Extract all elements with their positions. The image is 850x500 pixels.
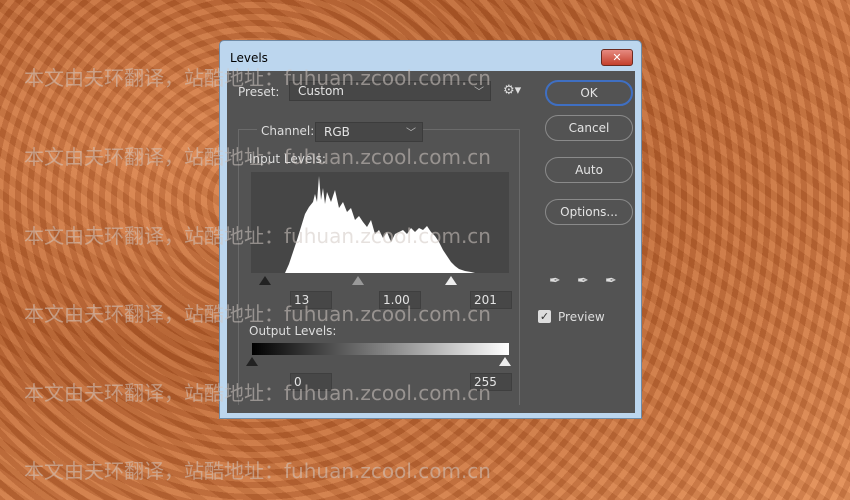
white-eyedropper-icon[interactable]: ✒ — [605, 273, 617, 289]
input-gamma-field[interactable]: 1.00 — [379, 291, 421, 309]
auto-button[interactable]: Auto — [545, 157, 633, 183]
preset-select[interactable]: Custom ﹀ — [289, 81, 491, 101]
ok-button[interactable]: OK — [545, 80, 633, 106]
input-black-slider[interactable] — [259, 276, 271, 285]
output-gradient — [252, 343, 509, 355]
output-black-slider[interactable] — [246, 357, 258, 366]
input-gamma-slider[interactable] — [352, 276, 364, 285]
channel-value: RGB — [324, 125, 350, 139]
preset-label: Preset: — [238, 85, 280, 99]
options-button[interactable]: Options... — [545, 199, 633, 225]
input-levels-label: Input Levels: — [249, 152, 326, 166]
chevron-down-icon: ﹀ — [406, 128, 416, 139]
gray-eyedropper-icon[interactable]: ✒ — [577, 273, 589, 289]
channel-select[interactable]: RGB ﹀ — [315, 122, 423, 142]
output-black-field[interactable]: 0 — [290, 373, 332, 391]
preset-value: Custom — [298, 84, 344, 98]
chevron-down-icon: ﹀ — [474, 87, 484, 98]
dialog-title: Levels — [230, 51, 268, 65]
levels-dialog: Levels ✕ Preset: Custom ﹀ ⚙▾ OK Cancel Au… — [219, 40, 642, 419]
histogram — [251, 172, 509, 273]
gear-icon[interactable]: ⚙▾ — [503, 83, 521, 98]
channel-label: Channel: — [257, 124, 319, 138]
input-white-slider[interactable] — [445, 276, 457, 285]
input-white-field[interactable]: 201 — [470, 291, 512, 309]
output-white-field[interactable]: 255 — [470, 373, 512, 391]
close-button[interactable]: ✕ — [601, 49, 633, 66]
dialog-body: Preset: Custom ﹀ ⚙▾ OK Cancel Auto Option… — [227, 71, 635, 413]
histogram-graph — [285, 176, 475, 273]
black-eyedropper-icon[interactable]: ✒ — [549, 273, 561, 289]
preview-label: Preview — [558, 310, 605, 324]
output-levels-label: Output Levels: — [249, 324, 337, 338]
input-black-field[interactable]: 13 — [290, 291, 332, 309]
cancel-button[interactable]: Cancel — [545, 115, 633, 141]
preview-checkbox[interactable]: ✓ — [538, 310, 551, 323]
output-white-slider[interactable] — [499, 357, 511, 366]
